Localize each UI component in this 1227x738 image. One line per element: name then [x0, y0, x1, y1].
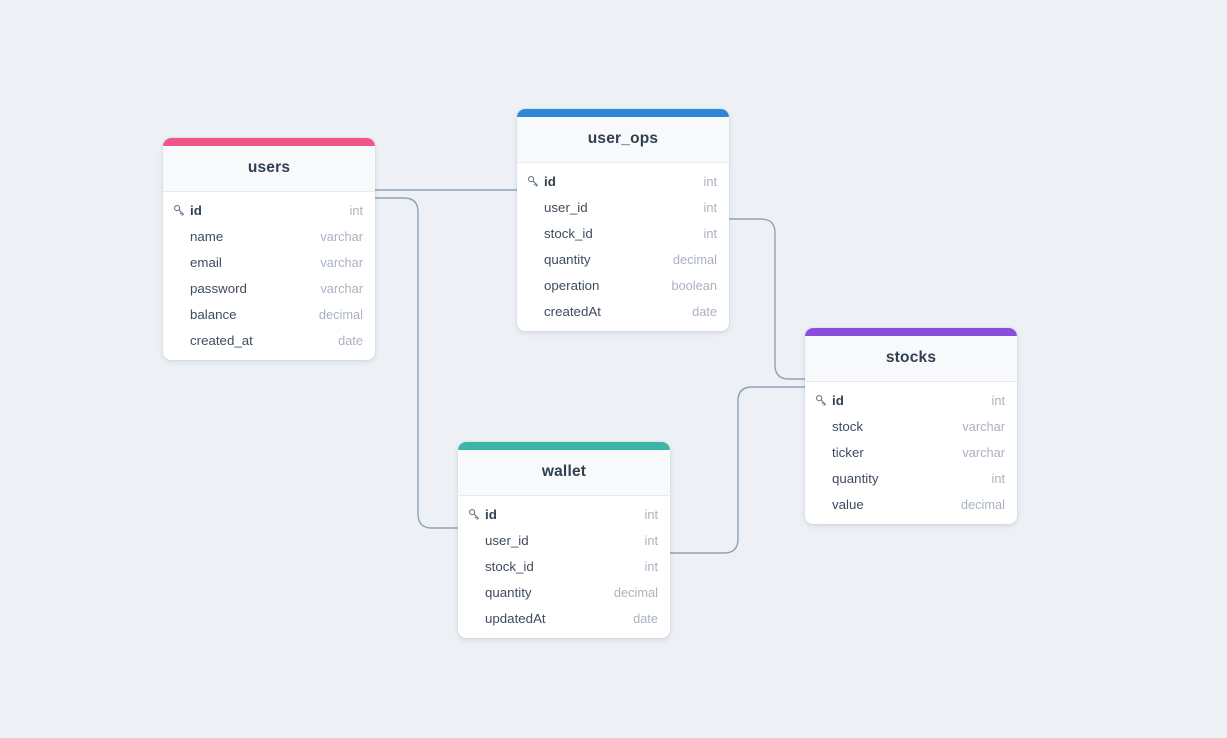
- field-type: decimal: [318, 306, 363, 322]
- field-type: decimal: [960, 496, 1005, 512]
- field-type: int: [991, 392, 1005, 408]
- field-row[interactable]: stock varchar: [805, 413, 1017, 439]
- field-type: varchar: [320, 254, 363, 270]
- field-type: varchar: [962, 444, 1005, 460]
- field-name: name: [190, 228, 224, 244]
- field-type: int: [703, 199, 717, 215]
- field-row[interactable]: stock_id int: [517, 220, 729, 246]
- field-name: user_id: [485, 532, 529, 548]
- table-fields: id int name varchar email varchar password varc…: [163, 197, 375, 353]
- field-name: quantity: [832, 470, 879, 486]
- field-type: decimal: [672, 251, 717, 267]
- table-title[interactable]: user_ops: [517, 117, 729, 163]
- relationship-edge[interactable]: [729, 218, 805, 380]
- field-type: int: [644, 532, 658, 548]
- key-icon: [468, 508, 485, 520]
- field-row[interactable]: id int: [163, 197, 375, 223]
- field-name: created_at: [190, 332, 253, 348]
- relationship-edge[interactable]: [375, 197, 458, 529]
- field-row[interactable]: password varchar: [163, 275, 375, 301]
- field-name: quantity: [544, 251, 591, 267]
- table-node-stocks[interactable]: stocks id int stock varchar ticker varchar quan…: [805, 328, 1017, 524]
- field-type: int: [703, 225, 717, 241]
- field-type: varchar: [320, 280, 363, 296]
- field-row[interactable]: ticker varchar: [805, 439, 1017, 465]
- field-type: int: [991, 470, 1005, 486]
- field-row[interactable]: id int: [458, 501, 670, 527]
- table-fields: id int user_id int stock_id int quantity decima…: [458, 501, 670, 631]
- field-name: balance: [190, 306, 237, 322]
- table-fields: id int user_id int stock_id int quantity decima…: [517, 168, 729, 324]
- field-type: decimal: [613, 584, 658, 600]
- relationship-edge[interactable]: [670, 386, 805, 554]
- table-accent-bar: [458, 442, 670, 450]
- key-icon: [173, 204, 190, 216]
- field-name: user_id: [544, 199, 588, 215]
- field-name: createdAt: [544, 303, 601, 319]
- field-name: ticker: [832, 444, 864, 460]
- field-name: password: [190, 280, 247, 296]
- field-row[interactable]: value decimal: [805, 491, 1017, 517]
- field-row[interactable]: id int: [805, 387, 1017, 413]
- field-row[interactable]: email varchar: [163, 249, 375, 275]
- key-icon: [527, 175, 544, 187]
- field-row[interactable]: createdAt date: [517, 298, 729, 324]
- field-row[interactable]: user_id int: [458, 527, 670, 553]
- table-fields: id int stock varchar ticker varchar quantity in…: [805, 387, 1017, 517]
- field-row[interactable]: quantity int: [805, 465, 1017, 491]
- field-name: quantity: [485, 584, 532, 600]
- field-type: date: [692, 303, 717, 319]
- field-type: int: [349, 202, 363, 218]
- field-row[interactable]: quantity decimal: [517, 246, 729, 272]
- table-accent-bar: [805, 328, 1017, 336]
- key-icon: [815, 394, 832, 406]
- field-row[interactable]: operation boolean: [517, 272, 729, 298]
- table-title[interactable]: wallet: [458, 450, 670, 496]
- field-row[interactable]: updatedAt date: [458, 605, 670, 631]
- field-type: date: [338, 332, 363, 348]
- table-accent-bar: [163, 138, 375, 146]
- field-type: int: [644, 506, 658, 522]
- field-type: date: [633, 610, 658, 626]
- field-row[interactable]: quantity decimal: [458, 579, 670, 605]
- field-name: id: [544, 173, 556, 189]
- er-diagram-canvas[interactable]: users id int name varchar email varchar passwor…: [0, 0, 1227, 738]
- table-node-users[interactable]: users id int name varchar email varchar passwor…: [163, 138, 375, 360]
- field-row[interactable]: stock_id int: [458, 553, 670, 579]
- field-type: boolean: [671, 277, 717, 293]
- table-accent-bar: [517, 109, 729, 117]
- table-title[interactable]: users: [163, 146, 375, 192]
- field-type: varchar: [320, 228, 363, 244]
- field-row[interactable]: user_id int: [517, 194, 729, 220]
- field-name: email: [190, 254, 222, 270]
- field-name: updatedAt: [485, 610, 546, 626]
- table-node-user_ops[interactable]: user_ops id int user_id int stock_id int quanti…: [517, 109, 729, 331]
- table-title[interactable]: stocks: [805, 336, 1017, 382]
- field-row[interactable]: created_at date: [163, 327, 375, 353]
- field-row[interactable]: balance decimal: [163, 301, 375, 327]
- field-name: stock_id: [485, 558, 534, 574]
- field-name: id: [485, 506, 497, 522]
- field-name: operation: [544, 277, 600, 293]
- field-type: int: [703, 173, 717, 189]
- field-name: id: [190, 202, 202, 218]
- field-row[interactable]: id int: [517, 168, 729, 194]
- field-name: id: [832, 392, 844, 408]
- field-name: stock: [832, 418, 864, 434]
- field-type: varchar: [962, 418, 1005, 434]
- table-node-wallet[interactable]: wallet id int user_id int stock_id int quantity…: [458, 442, 670, 638]
- field-name: value: [832, 496, 864, 512]
- field-row[interactable]: name varchar: [163, 223, 375, 249]
- field-name: stock_id: [544, 225, 593, 241]
- field-type: int: [644, 558, 658, 574]
